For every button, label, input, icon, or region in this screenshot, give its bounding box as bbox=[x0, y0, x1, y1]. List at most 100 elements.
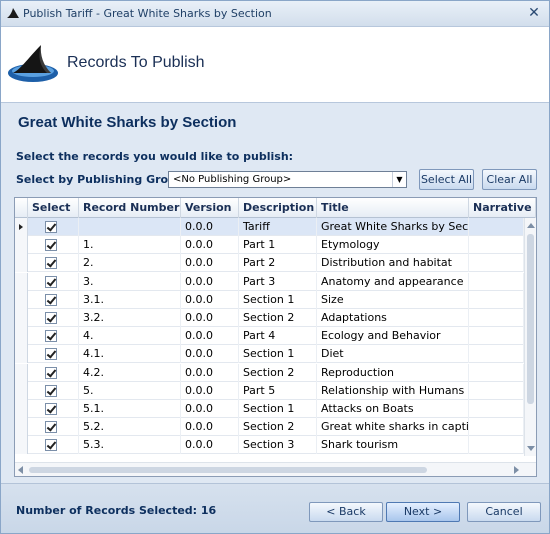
horizontal-scrollbar[interactable] bbox=[15, 462, 536, 476]
select-checkbox[interactable] bbox=[45, 366, 57, 379]
row-header[interactable] bbox=[15, 345, 28, 364]
cell-title: Shark tourism bbox=[317, 436, 469, 455]
cell-version: 0.0.0 bbox=[181, 236, 239, 255]
horizontal-scroll-thumb[interactable] bbox=[29, 467, 427, 473]
table-row[interactable]: 4.1. 0.0.0 Section 1 Diet bbox=[15, 345, 524, 364]
row-header-corner bbox=[15, 198, 28, 218]
row-header[interactable] bbox=[15, 290, 28, 309]
table-row[interactable]: 5.1. 0.0.0 Section 1 Attacks on Boats bbox=[15, 400, 524, 418]
cell-version: 0.0.0 bbox=[181, 272, 239, 291]
cell-record-number: 3.2. bbox=[79, 309, 181, 327]
cell-title: Size bbox=[317, 290, 469, 309]
table-row[interactable]: 3.1. 0.0.0 Section 1 Size bbox=[15, 290, 524, 309]
back-button[interactable]: < Back bbox=[309, 502, 383, 522]
column-header-version[interactable]: Version bbox=[181, 198, 239, 218]
select-checkbox[interactable] bbox=[45, 384, 57, 397]
select-checkbox[interactable] bbox=[45, 293, 57, 306]
cell-select bbox=[28, 381, 79, 400]
shark-fin-logo-icon bbox=[8, 45, 58, 82]
column-header-select[interactable]: Select bbox=[28, 198, 79, 218]
records-selected-count: Number of Records Selected: 16 bbox=[16, 504, 217, 517]
select-checkbox[interactable] bbox=[45, 421, 57, 434]
cell-narrative bbox=[469, 400, 524, 418]
title-bar[interactable]: Publish Tariff - Great White Sharks by S… bbox=[1, 1, 549, 27]
cell-title: Distribution and habitat bbox=[317, 254, 469, 273]
row-header[interactable] bbox=[15, 418, 28, 437]
cell-title: Diet bbox=[317, 345, 469, 364]
section-title: Great White Sharks by Section bbox=[18, 114, 237, 131]
row-header[interactable] bbox=[15, 272, 28, 291]
row-header[interactable] bbox=[15, 436, 28, 455]
row-header[interactable] bbox=[15, 236, 28, 255]
table-row[interactable]: 4. 0.0.0 Part 4 Ecology and Behavior bbox=[15, 327, 524, 346]
table-row[interactable]: 5.2. 0.0.0 Section 2 Great white sharks in … bbox=[15, 418, 524, 437]
cell-title: Relationship with Humans bbox=[317, 381, 469, 400]
row-header[interactable] bbox=[15, 327, 28, 346]
table-row[interactable]: 5. 0.0.0 Part 5 Relationship with Humans bbox=[15, 381, 524, 400]
cell-select bbox=[28, 327, 79, 346]
table-row[interactable]: 1. 0.0.0 Part 1 Etymology bbox=[15, 236, 524, 255]
vertical-scrollbar[interactable] bbox=[524, 218, 536, 456]
table-row[interactable]: 4.2. 0.0.0 Section 2 Reproduction bbox=[15, 363, 524, 382]
select-checkbox[interactable] bbox=[45, 330, 57, 343]
cell-description: Section 1 bbox=[239, 400, 317, 418]
row-header[interactable] bbox=[15, 381, 28, 400]
scroll-down-icon[interactable] bbox=[527, 446, 535, 451]
select-checkbox[interactable] bbox=[45, 348, 57, 361]
table-row[interactable]: 3. 0.0.0 Part 3 Anatomy and appearance bbox=[15, 272, 524, 291]
cell-version: 0.0.0 bbox=[181, 363, 239, 382]
records-table: Select Record Number Version Description… bbox=[14, 197, 537, 477]
table-row[interactable]: 0.0.0TariffGreat White Sharks by Section bbox=[15, 218, 524, 236]
select-checkbox[interactable] bbox=[45, 275, 57, 288]
column-header-narrative[interactable]: Narrative bbox=[469, 198, 536, 218]
cell-description: Section 3 bbox=[239, 436, 317, 455]
row-header[interactable] bbox=[15, 400, 28, 418]
cell-description: Section 2 bbox=[239, 309, 317, 327]
cell-version: 0.0.0 bbox=[181, 290, 239, 309]
next-button[interactable]: Next > bbox=[386, 502, 460, 522]
cell-version: 0.0.0 bbox=[181, 309, 239, 327]
scroll-right-icon[interactable] bbox=[514, 466, 519, 474]
cell-narrative bbox=[469, 363, 524, 382]
table-row[interactable]: 3.2. 0.0.0 Section 2 Adaptations bbox=[15, 309, 524, 327]
cell-select bbox=[28, 236, 79, 255]
scroll-up-icon[interactable] bbox=[527, 223, 535, 228]
select-checkbox[interactable] bbox=[45, 403, 57, 415]
header-banner: Records To Publish bbox=[1, 27, 549, 103]
row-header[interactable] bbox=[15, 218, 28, 236]
table-row[interactable]: 5.3. 0.0.0 Section 3 Shark tourism bbox=[15, 436, 524, 455]
cell-select bbox=[28, 218, 79, 236]
cell-narrative bbox=[469, 418, 524, 437]
column-header-title[interactable]: Title bbox=[317, 198, 469, 218]
cell-version: 0.0.0 bbox=[181, 418, 239, 437]
row-header[interactable] bbox=[15, 309, 28, 327]
clear-all-button[interactable]: Clear All bbox=[482, 169, 537, 190]
scroll-left-icon[interactable] bbox=[18, 466, 23, 474]
select-checkbox[interactable] bbox=[45, 239, 57, 252]
column-header-description[interactable]: Description bbox=[239, 198, 317, 218]
publishing-group-dropdown[interactable]: <No Publishing Group> ▼ bbox=[168, 171, 407, 188]
cell-version: 0.0.0 bbox=[181, 254, 239, 273]
cell-select bbox=[28, 272, 79, 291]
cell-select bbox=[28, 254, 79, 273]
select-checkbox[interactable] bbox=[45, 312, 57, 324]
close-icon[interactable]: ✕ bbox=[525, 5, 543, 22]
vertical-scroll-thumb[interactable] bbox=[527, 234, 534, 404]
column-header-record-number[interactable]: Record Number bbox=[79, 198, 181, 218]
cell-narrative bbox=[469, 272, 524, 291]
cell-title: Anatomy and appearance bbox=[317, 272, 469, 291]
row-header[interactable] bbox=[15, 363, 28, 382]
publishing-group-value: <No Publishing Group> bbox=[173, 174, 292, 185]
table-row[interactable]: 2. 0.0.0 Part 2 Distribution and habitat bbox=[15, 254, 524, 273]
cancel-button[interactable]: Cancel bbox=[467, 502, 541, 522]
select-checkbox[interactable] bbox=[45, 439, 57, 452]
cell-record-number: 3.1. bbox=[79, 290, 181, 309]
select-checkbox[interactable] bbox=[45, 257, 57, 270]
cell-title: Adaptations bbox=[317, 309, 469, 327]
row-header[interactable] bbox=[15, 254, 28, 273]
select-all-button[interactable]: Select All bbox=[419, 169, 474, 190]
cell-narrative bbox=[469, 381, 524, 400]
table-header: Select Record Number Version Description… bbox=[15, 198, 536, 218]
select-checkbox[interactable] bbox=[45, 221, 57, 233]
chevron-down-icon[interactable]: ▼ bbox=[392, 172, 406, 187]
